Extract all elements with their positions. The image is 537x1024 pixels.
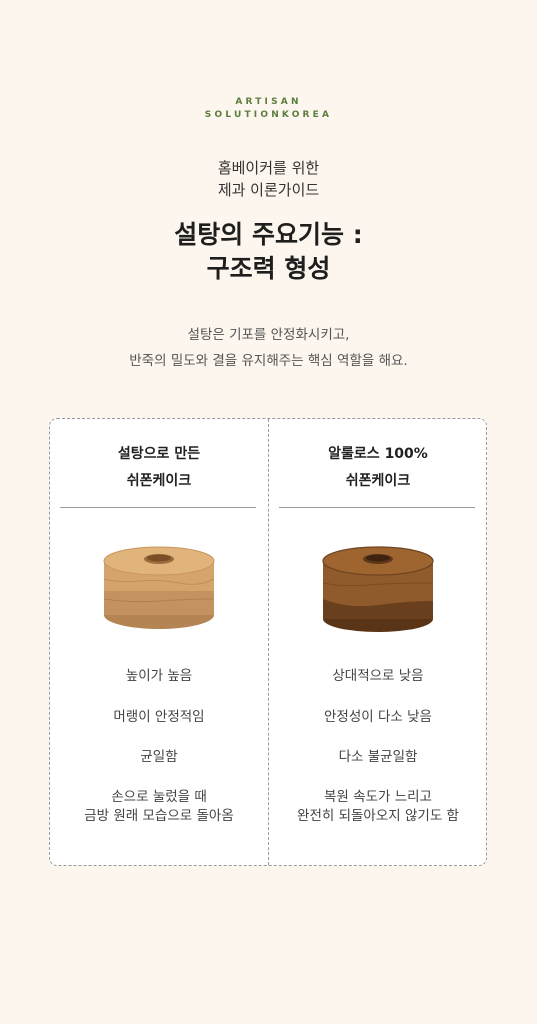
allulose-feature-recovery-line-1: 복원 속도가 느리고 bbox=[324, 789, 432, 805]
sugar-feature-uniformity: 균일함 bbox=[140, 749, 178, 765]
description: 설탕은 기포를 안정화시키고, 반죽의 밀도와 결을 유지해주는 핵심 역할을 … bbox=[0, 322, 537, 374]
allulose-feature-uniformity: 다소 불균일함 bbox=[338, 749, 418, 765]
sugar-cake-heading: 설탕으로 만든 쉬폰케이크 bbox=[50, 441, 268, 495]
sugar-cake-heading-line-2: 쉬폰케이크 bbox=[126, 473, 192, 489]
sugar-cake-column: 설탕으로 만든 쉬폰케이크 높이가 높음 머랭이 안정적임 균일함 손으로 눌렀… bbox=[50, 419, 268, 865]
brand-line-1: ARTISAN bbox=[235, 97, 302, 107]
brand-line-2: SOLUTIONKOREA bbox=[204, 110, 333, 120]
sugar-feature-recovery-line-1: 손으로 눌렀을 때 bbox=[111, 789, 207, 805]
brand-logo: ARTISAN SOLUTIONKOREA bbox=[0, 96, 537, 122]
description-line-2: 반죽의 밀도와 결을 유지해주는 핵심 역할을 해요. bbox=[129, 353, 408, 369]
sugar-chiffon-cake-image bbox=[103, 546, 215, 629]
allulose-feature-stability: 안정성이 다소 낮음 bbox=[324, 709, 432, 725]
description-line-1: 설탕은 기포를 안정화시키고, bbox=[187, 327, 350, 343]
heading-divider bbox=[60, 507, 256, 508]
title-line-2: 구조력 형성 bbox=[206, 254, 331, 283]
subtitle-line-1: 홈베이커를 위한 bbox=[217, 159, 320, 177]
allulose-feature-height: 상대적으로 낮음 bbox=[332, 668, 424, 684]
sugar-cake-heading-line-1: 설탕으로 만든 bbox=[117, 446, 201, 462]
sugar-feature-height: 높이가 높음 bbox=[125, 668, 193, 684]
allulose-feature-recovery-line-2: 완전히 되돌아오지 않기도 함 bbox=[297, 808, 459, 824]
allulose-cake-heading-line-2: 쉬폰케이크 bbox=[345, 473, 411, 489]
title-line-1: 설탕의 주요기능 : bbox=[174, 220, 363, 249]
sugar-feature-meringue: 머랭이 안정적임 bbox=[113, 709, 205, 725]
allulose-cake-heading-line-1: 알룰로스 100% bbox=[328, 446, 428, 462]
heading-divider bbox=[279, 507, 475, 508]
guide-subtitle: 홈베이커를 위한 제과 이론가이드 bbox=[0, 157, 537, 201]
allulose-chiffon-cake-image bbox=[322, 546, 434, 632]
page-title: 설탕의 주요기능 : 구조력 형성 bbox=[0, 218, 537, 286]
allulose-cake-heading: 알룰로스 100% 쉬폰케이크 bbox=[269, 441, 487, 495]
comparison-card: 설탕으로 만든 쉬폰케이크 높이가 높음 머랭이 안정적임 균일함 손으로 눌렀… bbox=[49, 418, 487, 866]
sugar-feature-recovery-line-2: 금방 원래 모습으로 돌아옴 bbox=[84, 808, 234, 824]
allulose-cake-column: 알룰로스 100% 쉬폰케이크 상대적으로 낮음 안정성이 다소 낮음 다소 불… bbox=[269, 419, 487, 865]
subtitle-line-2: 제과 이론가이드 bbox=[217, 181, 320, 199]
